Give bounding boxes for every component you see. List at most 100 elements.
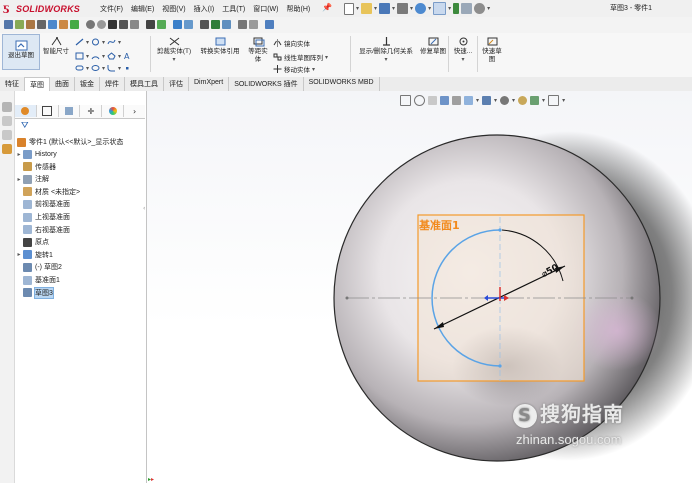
section-view-icon[interactable]: [440, 96, 449, 105]
property-manager-tab[interactable]: [37, 105, 59, 117]
solidworks-logo[interactable]: ƽ SOLIDWORKS: [3, 2, 80, 15]
tree-root[interactable]: 零件1 (默认<<默认>_显示状态: [17, 136, 123, 148]
spline-icon[interactable]: [107, 38, 116, 46]
task-pane-icon[interactable]: [2, 102, 12, 112]
tab-item[interactable]: 曲面: [50, 77, 75, 91]
save-icon[interactable]: [379, 3, 391, 14]
expand-arrow-icon[interactable]: ▸: [15, 176, 23, 183]
view-settings-icon[interactable]: [548, 95, 560, 106]
toolbar-icon[interactable]: [184, 20, 193, 29]
exit-sketch-button[interactable]: 退出草图: [2, 34, 40, 70]
menu-edit[interactable]: 编辑(E): [127, 3, 158, 15]
tab-item[interactable]: 评估: [164, 77, 189, 91]
toolbar-icon[interactable]: [4, 20, 13, 29]
toolbar-icon[interactable]: [157, 20, 166, 29]
options-gear-icon[interactable]: [474, 3, 486, 14]
repair-sketch-button[interactable]: 修复草图: [420, 36, 446, 56]
slot-icon[interactable]: [75, 64, 84, 72]
menu-tools[interactable]: 工具(T): [218, 3, 249, 15]
linear-pattern-button[interactable]: 线性草图阵列 ▾: [273, 52, 328, 62]
tree-item[interactable]: 上视基准面: [15, 211, 70, 223]
feature-manager-tab[interactable]: [15, 105, 37, 117]
tab-item[interactable]: 钣金: [75, 77, 100, 91]
toolbar-icon[interactable]: [211, 20, 220, 29]
menu-help[interactable]: 帮助(H): [282, 3, 314, 15]
tree-item[interactable]: 前视基准面: [15, 198, 70, 210]
select-pointer-icon[interactable]: [433, 2, 447, 15]
point-icon[interactable]: [123, 64, 132, 72]
toolbar-icon[interactable]: [86, 20, 95, 29]
toolbar-icon[interactable]: [200, 20, 209, 29]
zoom-area-icon[interactable]: [414, 95, 425, 106]
quick-snaps-button[interactable]: 快速... ▾: [451, 36, 475, 64]
task-pane-icon[interactable]: [2, 116, 12, 126]
expand-arrow-icon[interactable]: ▸: [15, 251, 23, 258]
display-style-icon[interactable]: [482, 96, 492, 105]
polygon-icon[interactable]: [107, 52, 116, 60]
new-document-icon[interactable]: [344, 2, 354, 15]
toolbar-icon[interactable]: [173, 20, 182, 29]
menu-insert[interactable]: 插入(I): [190, 3, 219, 15]
move-entities-button[interactable]: 移动实体 ▾: [273, 64, 315, 74]
print-icon[interactable]: [397, 3, 409, 14]
toolbar-icon[interactable]: [238, 20, 247, 29]
expand-arrow-icon[interactable]: ▸: [15, 151, 23, 158]
offset-entities-button[interactable]: 等距实体: [246, 36, 270, 64]
tree-item[interactable]: ▸ History: [15, 148, 57, 160]
configuration-manager-tab[interactable]: [59, 105, 81, 117]
toolbar-icon[interactable]: [48, 20, 57, 29]
tab-item[interactable]: SOLIDWORKS MBD: [304, 77, 380, 91]
fillet-icon[interactable]: [107, 64, 116, 72]
task-pane-icon[interactable]: [2, 144, 12, 154]
tab-item[interactable]: 草图: [25, 77, 50, 92]
toolbar-icon[interactable]: [119, 20, 128, 29]
tree-item[interactable]: 传感器: [15, 161, 56, 173]
tree-item[interactable]: 右视基准面: [15, 224, 70, 236]
tab-item[interactable]: 焊件: [100, 77, 125, 91]
open-icon[interactable]: [361, 3, 373, 14]
tab-item[interactable]: 特征: [0, 77, 25, 91]
trim-entities-button[interactable]: 剪裁实体(T) ▾: [154, 36, 194, 64]
filter-icon[interactable]: ⛛: [21, 121, 29, 131]
apply-scene-icon[interactable]: [530, 96, 540, 105]
circle-icon[interactable]: [91, 38, 100, 46]
previous-view-icon[interactable]: [428, 96, 437, 105]
smart-dimension-button[interactable]: 智能尺寸: [40, 36, 72, 56]
undo-icon[interactable]: [415, 3, 427, 14]
tree-item[interactable]: 材质 <未指定>: [15, 186, 80, 198]
expand-tabs-chevron-icon[interactable]: ›: [124, 105, 145, 117]
panel-collapse-grip[interactable]: ‹: [143, 205, 145, 212]
convert-entities-button[interactable]: 转换实体引用: [196, 36, 244, 56]
tree-item[interactable]: (-) 草图2: [15, 261, 62, 273]
tab-item[interactable]: DimXpert: [189, 77, 230, 91]
menu-file[interactable]: 文件(F): [96, 3, 127, 15]
tree-item[interactable]: 草图3: [15, 286, 54, 299]
tree-item[interactable]: ▸ 旋转1: [15, 249, 53, 261]
toolbar-icon[interactable]: [130, 20, 139, 29]
menu-window[interactable]: 窗口(W): [249, 3, 282, 15]
file-properties-icon[interactable]: [461, 3, 473, 14]
text-icon[interactable]: A: [123, 52, 132, 60]
view-orientation-icon[interactable]: [464, 96, 473, 105]
toolbar-icon[interactable]: [265, 20, 274, 29]
tab-item[interactable]: SOLIDWORKS 插件: [229, 77, 304, 91]
toolbar-icon[interactable]: [59, 20, 68, 29]
mirror-entities-button[interactable]: 镜向实体: [273, 38, 310, 48]
menu-view[interactable]: 视图(V): [158, 3, 189, 15]
toolbar-icon[interactable]: [249, 20, 258, 29]
display-manager-tab[interactable]: [102, 105, 125, 117]
toolbar-icon[interactable]: [97, 20, 106, 29]
toolbar-icon[interactable]: [108, 20, 117, 29]
rectangle-icon[interactable]: [75, 52, 84, 60]
toolbar-icon[interactable]: [146, 20, 155, 29]
display-delete-relations-button[interactable]: 显示/删除几何关系 ▾: [354, 36, 418, 64]
toolbar-icon[interactable]: [15, 20, 24, 29]
toolbar-icon[interactable]: [222, 20, 231, 29]
tab-item[interactable]: 模具工具: [125, 77, 164, 91]
pin-icon[interactable]: 📌: [322, 3, 332, 12]
rapid-sketch-button[interactable]: 快速草图: [480, 36, 504, 64]
dynamic-annotation-icon[interactable]: [452, 96, 461, 105]
toolbar-icon[interactable]: [26, 20, 35, 29]
toolbar-icon[interactable]: [70, 20, 79, 29]
tree-item[interactable]: 原点: [15, 236, 49, 248]
